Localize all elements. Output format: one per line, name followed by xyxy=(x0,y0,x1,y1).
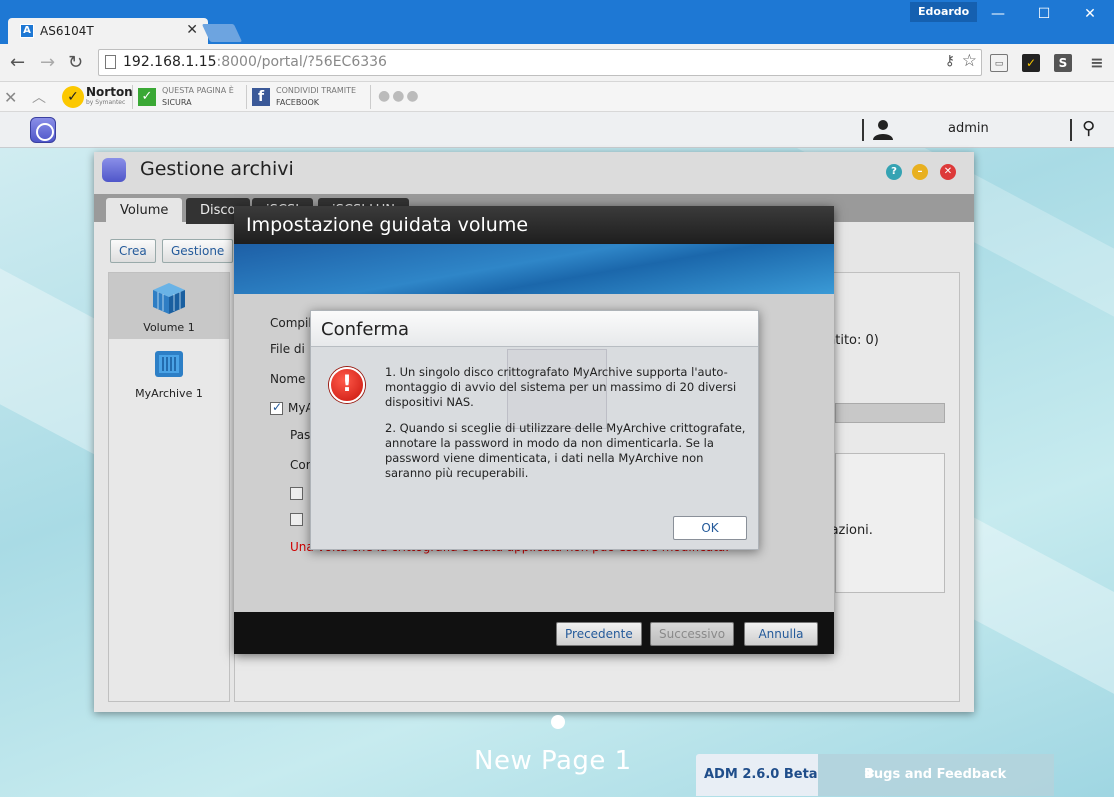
list-item-myarchive-1[interactable]: MyArchive 1 xyxy=(109,339,229,405)
norton-logo-icon: ✓ xyxy=(62,86,84,108)
toolbar-divider xyxy=(132,85,133,109)
maximize-icon[interactable]: ☐ xyxy=(1032,6,1056,22)
bookmark-star-icon[interactable]: ☆ xyxy=(962,51,977,71)
field-label: File di xyxy=(270,342,305,356)
toolbar-divider xyxy=(370,85,371,109)
next-button[interactable]: Successivo xyxy=(650,622,735,646)
browser-toolbar: ← → ↻ 192.168.1.15:8000/portal/?56EC6336… xyxy=(0,44,1114,82)
cancel-button[interactable]: Annulla xyxy=(744,622,818,646)
extension-s-icon[interactable]: S xyxy=(1054,54,1072,72)
norton-brand: Norton xyxy=(86,85,133,99)
safe-page-label[interactable]: QUESTA PAGINA È SICURA xyxy=(162,85,234,109)
window-close-icon[interactable]: ✕ xyxy=(940,164,956,180)
wizard-header: Impostazione guidata volume xyxy=(234,206,834,244)
option-checkbox[interactable] xyxy=(290,513,303,526)
taskbar-divider xyxy=(1070,119,1072,141)
error-icon: ! xyxy=(329,367,365,403)
version-text: ADM 2.6.0 Beta xyxy=(704,767,818,782)
norton-toolbar: ✕ ︿ ✓ Norton by Symantec ✓ QUESTA PAGINA… xyxy=(0,82,1114,112)
wizard-footer: Precedente Successivo Annulla xyxy=(234,612,834,654)
toolbar-divider xyxy=(246,85,247,109)
adm-taskbar: admin ⚲ xyxy=(0,112,1114,148)
dialog-paragraph-1: 1. Un singolo disco crittografato MyArch… xyxy=(385,365,737,409)
facebook-icon: f xyxy=(252,88,270,106)
wizard-title: Impostazione guidata volume xyxy=(246,214,529,236)
help-icon[interactable]: ? xyxy=(886,164,902,180)
norton-byline: by Symantec xyxy=(86,99,126,106)
adm-desktop: admin ⚲ Gestione archivi ? – ✕ Volume Di… xyxy=(0,112,1114,797)
background-text: ntito: 0) xyxy=(827,333,879,348)
cast-icon[interactable]: ▭ xyxy=(990,54,1008,72)
storage-manager-icon xyxy=(102,158,126,182)
browser-tab[interactable]: A AS6104T ✕ xyxy=(8,18,208,44)
share-facebook-label[interactable]: CONDIVIDI TRAMITE FACEBOOK xyxy=(276,85,356,109)
profile-badge[interactable]: Edoardo xyxy=(910,2,978,22)
ok-button[interactable]: OK xyxy=(673,516,747,540)
norton-ext-icon[interactable]: ✓ xyxy=(1022,54,1040,72)
forward-icon[interactable]: → xyxy=(40,52,55,73)
volume-label: Volume 1 xyxy=(143,321,195,334)
minimize-icon[interactable]: — xyxy=(986,6,1010,22)
window-title: Gestione archivi xyxy=(140,158,294,180)
myarchive-icon xyxy=(155,351,183,377)
dialog-header: Conferma xyxy=(311,311,758,347)
window-close-icon[interactable]: ✕ xyxy=(1078,6,1102,22)
bugs-feedback-button[interactable]: ✱ Bugs and Feedback xyxy=(818,754,1054,796)
toolbar-collapse-icon[interactable]: ︿ xyxy=(32,87,46,107)
taskbar-divider xyxy=(862,119,864,141)
dialog-paragraph-2: 2. Quando si sceglie di utilizzare delle… xyxy=(385,421,746,480)
previous-button[interactable]: Precedente xyxy=(556,622,642,646)
back-icon[interactable]: ← xyxy=(10,52,25,73)
confirm-password-label: Cor xyxy=(290,458,311,472)
option-checkbox[interactable] xyxy=(290,487,303,500)
search-icon[interactable]: ⚲ xyxy=(1082,118,1095,139)
tab-close-icon[interactable]: ✕ xyxy=(186,22,198,38)
asustor-favicon-icon: A xyxy=(20,24,34,38)
list-item-volume-1[interactable]: Volume 1 xyxy=(109,273,229,339)
chrome-menu-icon[interactable]: ≡ xyxy=(1088,54,1106,72)
volume-list: Volume 1 MyArchive 1 xyxy=(108,272,230,702)
url-text[interactable]: 192.168.1.15:8000/portal/?56EC6336 xyxy=(123,54,387,70)
window-minimize-icon[interactable]: – xyxy=(912,164,928,180)
key-icon[interactable]: ⚷ xyxy=(945,53,955,69)
bugs-feedback-label: Bugs and Feedback xyxy=(864,767,1007,782)
more-icon[interactable]: ●●● xyxy=(378,88,421,104)
tab-volume[interactable]: Volume xyxy=(106,198,183,224)
browser-titlebar: A AS6104T ✕ Edoardo — ☐ ✕ xyxy=(0,0,1114,44)
adm-version-badge: ADM 2.6.0 Beta xyxy=(696,754,818,796)
page-icon xyxy=(105,55,116,69)
page-indicator-dot[interactable] xyxy=(551,715,565,729)
tab-title: AS6104T xyxy=(40,24,94,38)
dialog-title: Conferma xyxy=(321,319,410,340)
wizard-banner xyxy=(234,244,834,294)
myarchive-encrypt-checkbox[interactable] xyxy=(270,400,283,415)
desktop-page-label: New Page 1 xyxy=(474,746,632,776)
field-label: Compil xyxy=(270,316,312,330)
myarchive-label: MyArchive 1 xyxy=(135,387,203,400)
adm-start-button[interactable] xyxy=(30,117,56,143)
safe-check-icon: ✓ xyxy=(138,88,156,106)
toolbar-close-icon[interactable]: ✕ xyxy=(4,88,17,107)
address-bar[interactable]: 192.168.1.15:8000/portal/?56EC6336 ⚷ ☆ xyxy=(98,49,982,76)
user-icon[interactable] xyxy=(872,118,894,140)
adm-username[interactable]: admin xyxy=(948,121,989,136)
background-progress xyxy=(835,403,945,423)
reload-icon[interactable]: ↻ xyxy=(68,52,83,73)
field-label: Nome xyxy=(270,372,306,386)
manage-button[interactable]: Gestione xyxy=(162,239,234,263)
confirm-dialog: Conferma ! 1. Un singolo disco crittogra… xyxy=(310,310,759,550)
create-button[interactable]: Crea xyxy=(110,239,156,263)
password-label: Pas xyxy=(290,428,311,442)
volume-cube-icon xyxy=(153,283,185,314)
